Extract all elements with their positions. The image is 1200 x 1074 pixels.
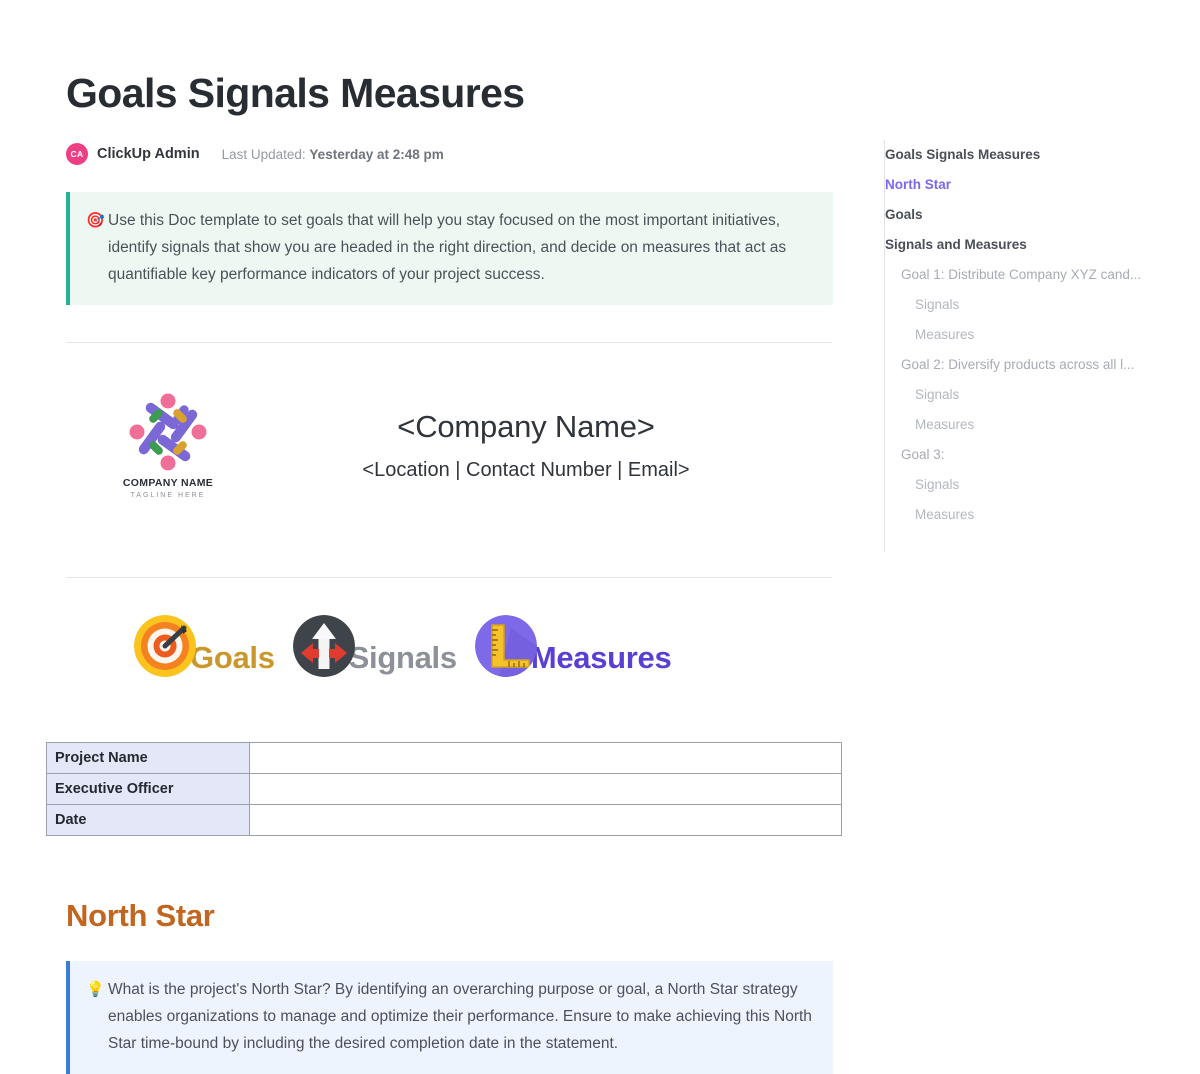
toc-item-goal-3-measures[interactable]: Measures xyxy=(885,500,1184,530)
lightbulb-icon: 💡 xyxy=(86,981,105,999)
section-heading-north-star: North Star xyxy=(66,898,215,934)
page-title: Goals Signals Measures xyxy=(66,70,525,116)
gsm-item-signals: Signals xyxy=(292,615,457,678)
toc-item-goal-2[interactable]: Goal 2: Diversify products across all l.… xyxy=(885,350,1184,380)
toc-item-goals-signals-measures[interactable]: Goals Signals Measures xyxy=(885,140,1184,170)
pinwheel-logo-icon xyxy=(122,391,214,473)
toc-item-goal-3-signals[interactable]: Signals xyxy=(885,470,1184,500)
project-info-table: Project Name Executive Officer Date xyxy=(46,742,842,837)
table-of-contents: Goals Signals Measures North Star Goals … xyxy=(884,140,1184,552)
toc-item-goal-2-signals[interactable]: Signals xyxy=(885,380,1184,410)
north-star-callout-text: What is the project's North Star? By ide… xyxy=(108,981,812,1053)
ruler-icon xyxy=(474,615,537,678)
company-header-block: COMPANY NAME TAGLINE HERE <Company Name>… xyxy=(66,365,856,525)
avatar[interactable]: CA xyxy=(66,143,88,166)
arrows-direction-icon xyxy=(292,615,355,678)
document-body: Goals Signals Measures CA ClickUp Admin … xyxy=(46,0,856,1074)
company-name-block: <Company Name> <Location | Contact Numbe… xyxy=(256,409,856,482)
row-label-project-name: Project Name xyxy=(46,742,250,775)
table-row: Executive Officer xyxy=(46,773,842,806)
toc-item-goals[interactable]: Goals xyxy=(885,200,1184,230)
toc-item-goal-1-signals[interactable]: Signals xyxy=(885,290,1184,320)
toc-item-goal-1[interactable]: Goal 1: Distribute Company XYZ cand... xyxy=(885,260,1184,290)
divider-bottom xyxy=(66,577,832,579)
toc-item-goal-1-measures[interactable]: Measures xyxy=(885,320,1184,350)
last-updated-value: Yesterday at 2:48 pm xyxy=(309,146,444,162)
gsm-label-goals: Goals xyxy=(190,640,275,676)
row-value-project-name[interactable] xyxy=(249,742,842,775)
table-row: Date xyxy=(46,804,842,837)
gsm-label-measures: Measures xyxy=(530,640,672,676)
dart-target-icon: 🎯 xyxy=(86,212,105,230)
north-star-callout: 💡 What is the project's North Star? By i… xyxy=(66,961,833,1074)
gsm-label-signals: Signals xyxy=(348,640,457,676)
toc-item-signals-and-measures[interactable]: Signals and Measures xyxy=(885,230,1184,260)
toc-item-goal-3[interactable]: Goal 3: xyxy=(885,440,1184,470)
toc-item-goal-2-measures[interactable]: Measures xyxy=(885,410,1184,440)
target-icon xyxy=(134,615,196,678)
intro-callout-text: Use this Doc template to set goals that … xyxy=(108,212,787,284)
last-updated: Last Updated: Yesterday at 2:48 pm xyxy=(222,147,444,162)
toc-item-north-star[interactable]: North Star xyxy=(885,170,1184,200)
author-name: ClickUp Admin xyxy=(97,146,200,163)
divider-top xyxy=(66,342,832,344)
table-row: Project Name xyxy=(46,742,842,775)
row-value-date[interactable] xyxy=(249,804,842,837)
company-name: <Company Name> xyxy=(397,408,655,444)
byline: CA ClickUp Admin Last Updated: Yesterday… xyxy=(66,143,856,166)
row-label-date: Date xyxy=(46,804,250,837)
company-contact-line: <Location | Contact Number | Email> xyxy=(362,458,690,481)
gsm-item-goals: Goals xyxy=(134,615,275,678)
row-value-executive-officer[interactable] xyxy=(249,773,842,806)
intro-callout: 🎯 Use this Doc template to set goals tha… xyxy=(66,192,833,306)
gsm-item-measures: Measures xyxy=(474,615,672,678)
row-label-executive-officer: Executive Officer xyxy=(46,773,250,806)
goals-signals-measures-row: Goals Signals Measures xyxy=(66,600,856,692)
logo-company-name: COMPANY NAME xyxy=(122,477,214,490)
table-body: Project Name Executive Officer Date xyxy=(46,742,842,837)
last-updated-prefix: Last Updated: xyxy=(221,146,306,162)
logo-tagline: TAGLINE HERE xyxy=(130,492,206,500)
company-logo: COMPANY NAME TAGLINE HERE xyxy=(66,391,256,499)
